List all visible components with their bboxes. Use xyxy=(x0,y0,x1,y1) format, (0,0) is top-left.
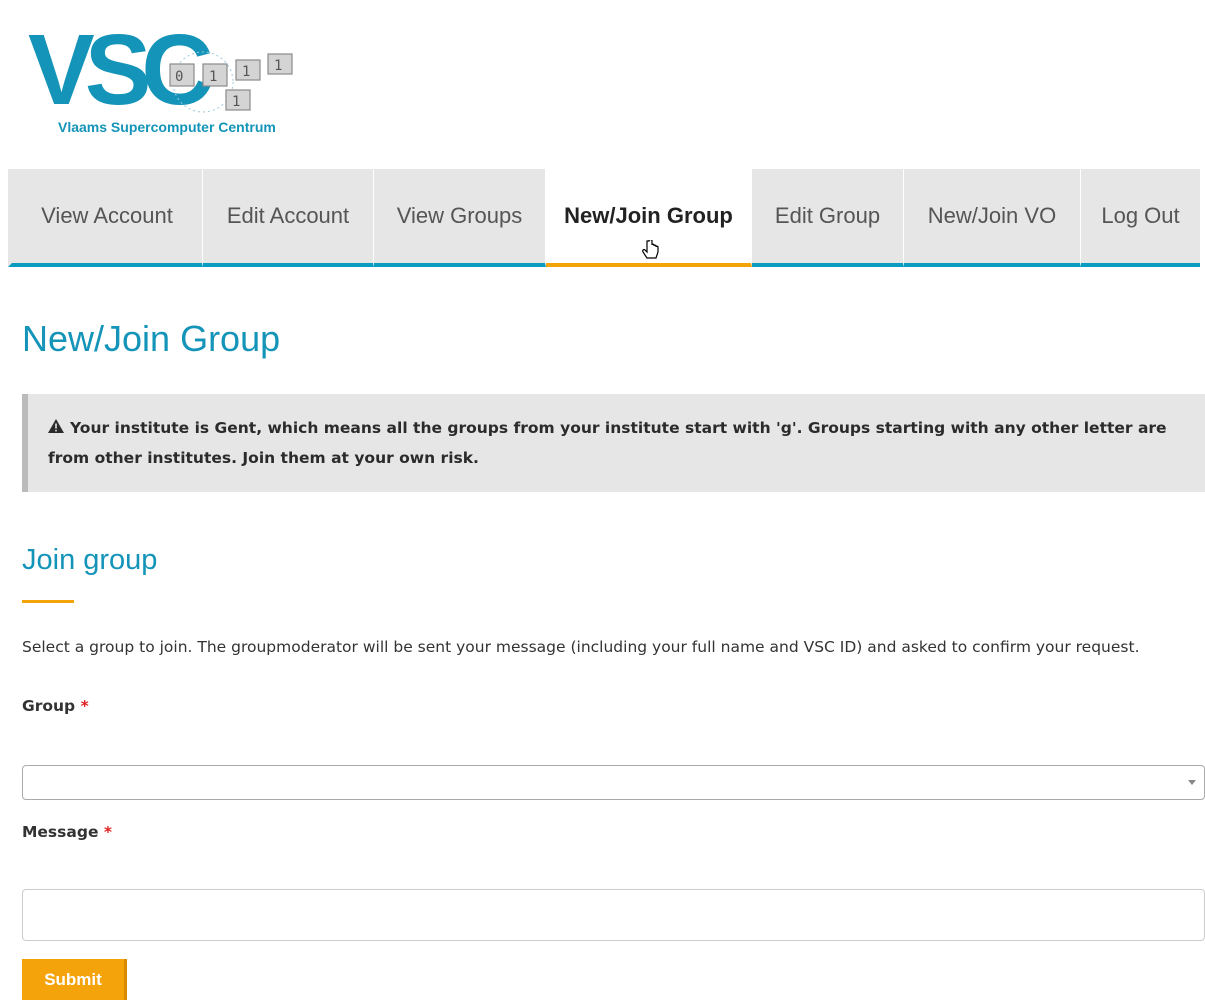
tab-new-join-vo[interactable]: New/Join VO xyxy=(904,169,1081,267)
svg-text:1: 1 xyxy=(209,69,217,85)
message-input[interactable] xyxy=(22,889,1205,941)
tab-view-groups[interactable]: View Groups xyxy=(374,169,546,267)
join-group-intro: Select a group to join. The groupmoderat… xyxy=(22,638,1140,656)
alert-text: Your institute is Gent, which means all … xyxy=(48,419,1167,467)
main-nav: View Account Edit Account View Groups Ne… xyxy=(8,169,1205,267)
logo-subtitle: Vlaams Supercomputer Centrum xyxy=(58,119,276,135)
submit-button[interactable]: Submit xyxy=(22,959,127,1000)
hand-cursor-icon xyxy=(642,240,659,259)
tab-log-out[interactable]: Log Out xyxy=(1081,169,1200,267)
svg-text:1: 1 xyxy=(242,64,250,80)
message-label-text: Message xyxy=(22,823,99,841)
heading-underline xyxy=(22,600,74,603)
page-title: New/Join Group xyxy=(22,318,281,359)
join-group-heading: Join group xyxy=(22,544,158,576)
required-marker: * xyxy=(80,697,89,715)
chevron-down-icon[interactable] xyxy=(1188,780,1196,785)
svg-text:0: 0 xyxy=(175,69,183,85)
vsc-logo-graphic: VSC 0 1 1 1 1 Vlaams Supercomputer Centr… xyxy=(28,14,293,135)
svg-text:1: 1 xyxy=(274,58,282,74)
message-label: Message * xyxy=(22,823,112,841)
tab-edit-account[interactable]: Edit Account xyxy=(203,169,374,267)
svg-text:1: 1 xyxy=(232,94,240,110)
warning-triangle-icon xyxy=(48,419,64,433)
vsc-logo[interactable]: VSC 0 1 1 1 1 Vlaams Supercomputer Centr… xyxy=(28,12,318,140)
group-select[interactable] xyxy=(22,765,1205,800)
required-marker: * xyxy=(103,823,112,841)
tab-view-account[interactable]: View Account xyxy=(8,169,203,267)
group-label-text: Group xyxy=(22,697,76,715)
warning-alert: Your institute is Gent, which means all … xyxy=(22,394,1205,492)
group-label: Group * xyxy=(22,697,89,715)
tab-edit-group[interactable]: Edit Group xyxy=(752,169,904,267)
